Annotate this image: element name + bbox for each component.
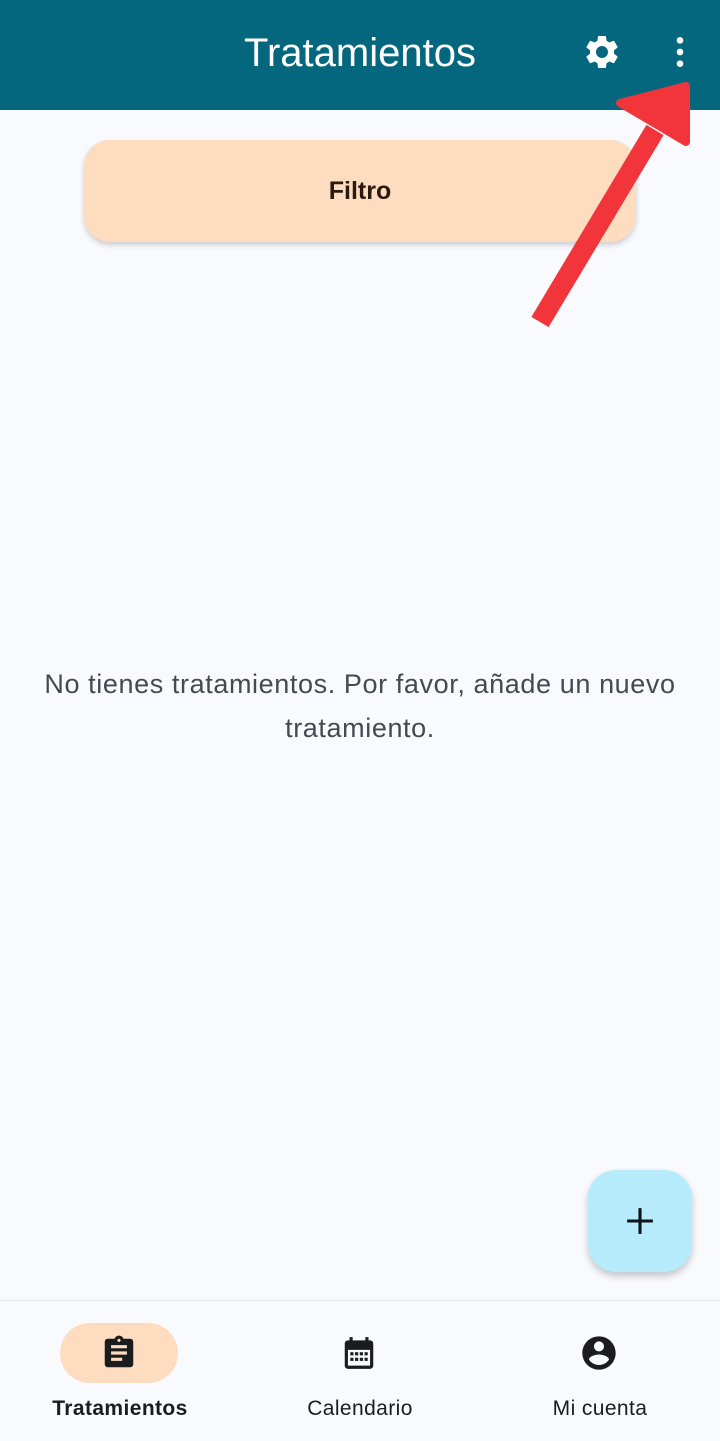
gear-icon [586, 35, 618, 68]
nav-label-calendario: Calendario [307, 1397, 413, 1420]
plus-icon [627, 1208, 653, 1234]
more-options-button[interactable] [656, 28, 704, 76]
nav-item-mi-cuenta[interactable]: Mi cuenta [480, 1301, 720, 1441]
nav-icon-container [300, 1323, 418, 1383]
nav-label-mi-cuenta: Mi cuenta [552, 1397, 648, 1420]
calendar-icon [344, 1337, 374, 1369]
nav-item-calendario[interactable]: Calendario [240, 1301, 480, 1441]
settings-button[interactable] [578, 28, 626, 76]
clipboard-icon [104, 1335, 134, 1368]
empty-state-message: No tienes tratamientos. Por favor, añade… [44, 669, 676, 743]
nav-label-tratamientos: Tratamientos [52, 1397, 188, 1420]
more-vert-icon [676, 37, 684, 67]
nav-item-tratamientos[interactable]: Tratamientos [0, 1301, 240, 1441]
nav-active-indicator [60, 1323, 178, 1383]
bottom-navigation: Tratamientos Calendario Mi cuenta [0, 1300, 720, 1441]
app-bar: Tratamientos [0, 0, 720, 110]
nav-icon-container [540, 1323, 658, 1383]
account-circle-icon [582, 1336, 616, 1370]
filter-button[interactable]: Filtro [84, 140, 636, 242]
add-treatment-button[interactable] [588, 1170, 692, 1272]
